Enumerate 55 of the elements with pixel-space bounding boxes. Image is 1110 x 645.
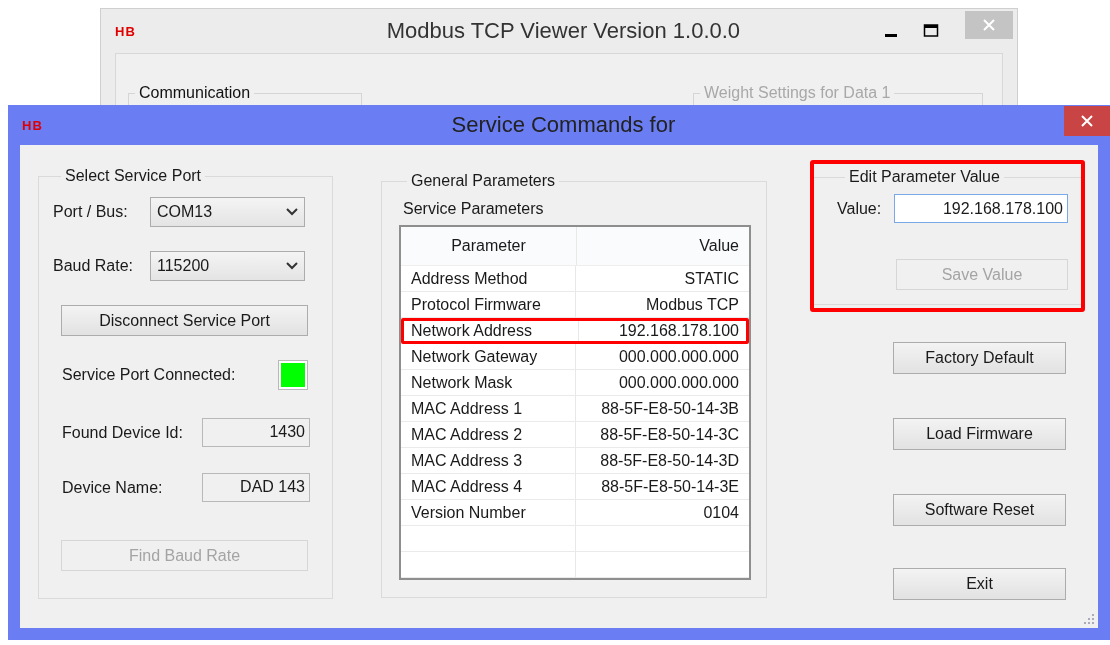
value-input[interactable]: 192.168.178.100	[894, 194, 1068, 223]
table-cell: Network Gateway	[401, 344, 576, 369]
chevron-down-icon	[286, 208, 298, 216]
group-title: Communication	[138, 84, 252, 102]
column-header[interactable]: Parameter	[401, 227, 577, 265]
field-label: Found Device Id:	[62, 423, 183, 442]
action-button[interactable]: Exit	[893, 568, 1066, 600]
table-cell-text: 88-5F-E8-50-14-3C	[599, 425, 740, 445]
table-cell: Network Address	[404, 321, 579, 341]
close-icon	[1081, 115, 1093, 127]
table-cell-text: 192.168.178.100	[617, 321, 740, 341]
table-cell: Address Method	[401, 266, 576, 291]
readonly-field: 1430	[202, 418, 310, 447]
table-cell-text: 88-5F-E8-50-14-3E	[600, 477, 740, 497]
table-cell-text: 0104	[702, 503, 740, 523]
table-cell: MAC Address 4	[401, 474, 576, 499]
table-cell: Version Number	[401, 500, 576, 525]
group-title: Select Service Port	[64, 167, 203, 185]
list-title: Service Parameters	[403, 200, 545, 218]
dropdown[interactable]: 115200	[150, 251, 305, 281]
maximize-icon[interactable]	[923, 23, 939, 39]
table-cell: Protocol Firmware	[401, 292, 576, 317]
field-label: Value:	[837, 199, 883, 218]
dropdown[interactable]: COM13	[150, 197, 305, 227]
chevron-down-icon	[286, 262, 298, 270]
resize-grip-icon[interactable]	[1084, 614, 1094, 624]
field-label: Port / Bus:	[53, 203, 129, 221]
table-cell-text: Modbus TCP	[644, 295, 740, 315]
table-cell-text: STATIC	[683, 269, 740, 289]
readonly-field: DAD 143	[202, 473, 310, 502]
window-title: Modbus TCP Viewer Version 1.0.0.0	[385, 18, 742, 44]
action-button[interactable]: Load Firmware	[893, 418, 1066, 450]
table-cell-text: 88-5F-E8-50-14-3D	[599, 451, 740, 471]
status-label: Service Port Connected:	[62, 366, 236, 384]
disconnect-button[interactable]: Disconnect Service Port	[61, 305, 308, 336]
field-label: Baud Rate:	[53, 257, 135, 275]
action-button[interactable]: Software Reset	[893, 494, 1066, 526]
action-button[interactable]: Factory Default	[893, 342, 1066, 374]
group-title: Weight Settings for Data 1	[703, 84, 892, 102]
field-label: Device Name:	[62, 478, 163, 497]
dialog-title: Service Commands for	[450, 112, 677, 138]
logo: HB	[115, 23, 136, 39]
table-cell-text: 000.000.000.000	[617, 347, 740, 367]
group-title: General Parameters	[410, 172, 557, 190]
table-cell: MAC Address 1	[401, 396, 576, 421]
table-cell-text: 88-5F-E8-50-14-3B	[600, 399, 740, 419]
table-cell: Network Mask	[401, 370, 576, 395]
close-button[interactable]	[1064, 106, 1110, 136]
column-header[interactable]: Value	[577, 227, 749, 265]
close-icon	[983, 19, 995, 31]
table-cell: MAC Address 2	[401, 422, 576, 447]
group-title: Edit Parameter Value	[848, 168, 1001, 186]
logo: HB	[22, 117, 43, 133]
table-cell-text: 000.000.000.000	[617, 373, 740, 393]
table-cell: MAC Address 3	[401, 448, 576, 473]
